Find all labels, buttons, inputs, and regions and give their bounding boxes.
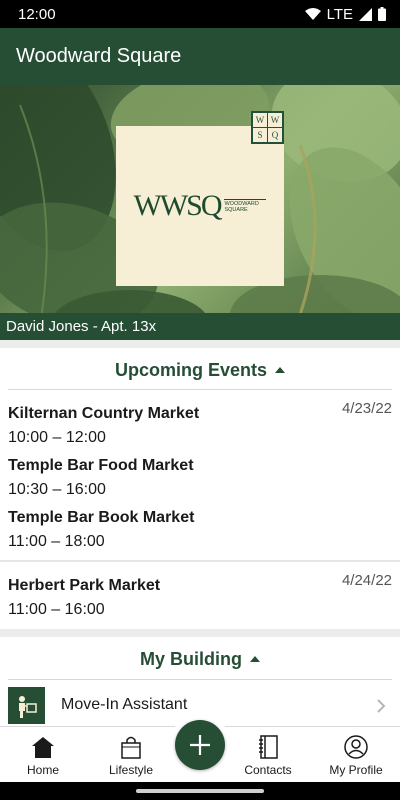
app-screen: 12:00 LTE Woodward Square WWSQ WOODWARD … bbox=[0, 0, 400, 800]
app-bar: Woodward Square bbox=[0, 28, 400, 85]
home-icon bbox=[32, 737, 54, 758]
hero-banner: WWSQ WOODWARD SQUARE W W S Q David Jones… bbox=[0, 85, 400, 340]
event-time: 10:30 – 16:00 bbox=[8, 481, 106, 498]
add-button[interactable] bbox=[175, 720, 225, 770]
event-item[interactable]: Herbert Park Market 11:00 – 16:00 bbox=[8, 577, 392, 619]
nav-home-label: Home bbox=[26, 763, 59, 777]
event-name: Temple Bar Book Market bbox=[8, 509, 195, 526]
mini-logo-letter: S bbox=[253, 128, 267, 142]
event-item[interactable]: Temple Bar Food Market 10:30 – 16:00 bbox=[8, 457, 392, 499]
move-in-assistant-label: Move-In Assistant bbox=[61, 696, 188, 713]
event-name: Herbert Park Market bbox=[8, 577, 161, 594]
nav-lifestyle-label: Lifestyle bbox=[108, 763, 154, 777]
move-in-icon bbox=[8, 687, 45, 724]
event-time: 11:00 – 16:00 bbox=[8, 601, 105, 618]
my-building-toggle[interactable]: My Building bbox=[0, 639, 400, 679]
day-divider bbox=[0, 560, 400, 562]
upcoming-events-title: Upcoming Events bbox=[114, 359, 268, 380]
nav-contacts-label: Contacts bbox=[244, 763, 292, 777]
caret-up-icon bbox=[250, 656, 260, 662]
resident-label: David Jones - Apt. 13x bbox=[0, 313, 400, 340]
nav-profile-label: My Profile bbox=[329, 763, 383, 777]
upcoming-events-toggle[interactable]: Upcoming Events bbox=[0, 350, 400, 390]
network-type: LTE bbox=[326, 5, 353, 23]
chevron-right-icon bbox=[377, 699, 386, 713]
profile-icon bbox=[344, 735, 368, 759]
mini-logo-letter: W bbox=[253, 113, 267, 127]
event-name: Temple Bar Food Market bbox=[8, 457, 194, 474]
signal-icon bbox=[359, 7, 372, 21]
shopping-bag-icon bbox=[121, 736, 141, 759]
section-gap bbox=[0, 340, 400, 348]
nav-home[interactable]: Home bbox=[8, 735, 78, 777]
mini-logo-letter: Q bbox=[268, 128, 282, 142]
mini-logo: W W S Q bbox=[251, 111, 284, 144]
status-icons: LTE bbox=[304, 5, 386, 23]
divider bbox=[8, 679, 392, 680]
event-item[interactable]: Kilternan Country Market 10:00 – 12:00 bbox=[8, 405, 392, 447]
status-bar: 12:00 LTE bbox=[0, 0, 400, 28]
mini-logo-letter: W bbox=[268, 113, 282, 127]
event-item[interactable]: Temple Bar Book Market 11:00 – 18:00 bbox=[8, 509, 392, 551]
nav-my-profile[interactable]: My Profile bbox=[321, 735, 391, 777]
event-time: 11:00 – 18:00 bbox=[8, 533, 105, 550]
caret-up-icon bbox=[275, 367, 286, 373]
building-logo: WWSQ WOODWARD SQUARE bbox=[134, 189, 267, 223]
event-name: Kilternan Country Market bbox=[8, 405, 200, 422]
event-time: 10:00 – 12:00 bbox=[8, 429, 106, 446]
plus-icon bbox=[190, 735, 210, 755]
contacts-book-icon bbox=[259, 735, 278, 759]
nav-contacts[interactable]: Contacts bbox=[233, 735, 303, 777]
section-gap bbox=[0, 629, 400, 637]
my-building-title: My Building bbox=[140, 648, 242, 669]
nav-lifestyle[interactable]: Lifestyle bbox=[96, 735, 166, 777]
logo-letters: WWSQ bbox=[133, 189, 223, 222]
home-gesture-handle[interactable] bbox=[136, 789, 264, 793]
logo-subtext: WOODWARD SQUARE bbox=[224, 199, 267, 213]
wifi-icon bbox=[304, 8, 321, 20]
battery-icon bbox=[378, 7, 386, 21]
divider bbox=[8, 389, 392, 390]
status-time: 12:00 bbox=[18, 5, 56, 23]
app-title: Woodward Square bbox=[16, 45, 182, 67]
building-logo-card: WWSQ WOODWARD SQUARE bbox=[116, 126, 284, 286]
